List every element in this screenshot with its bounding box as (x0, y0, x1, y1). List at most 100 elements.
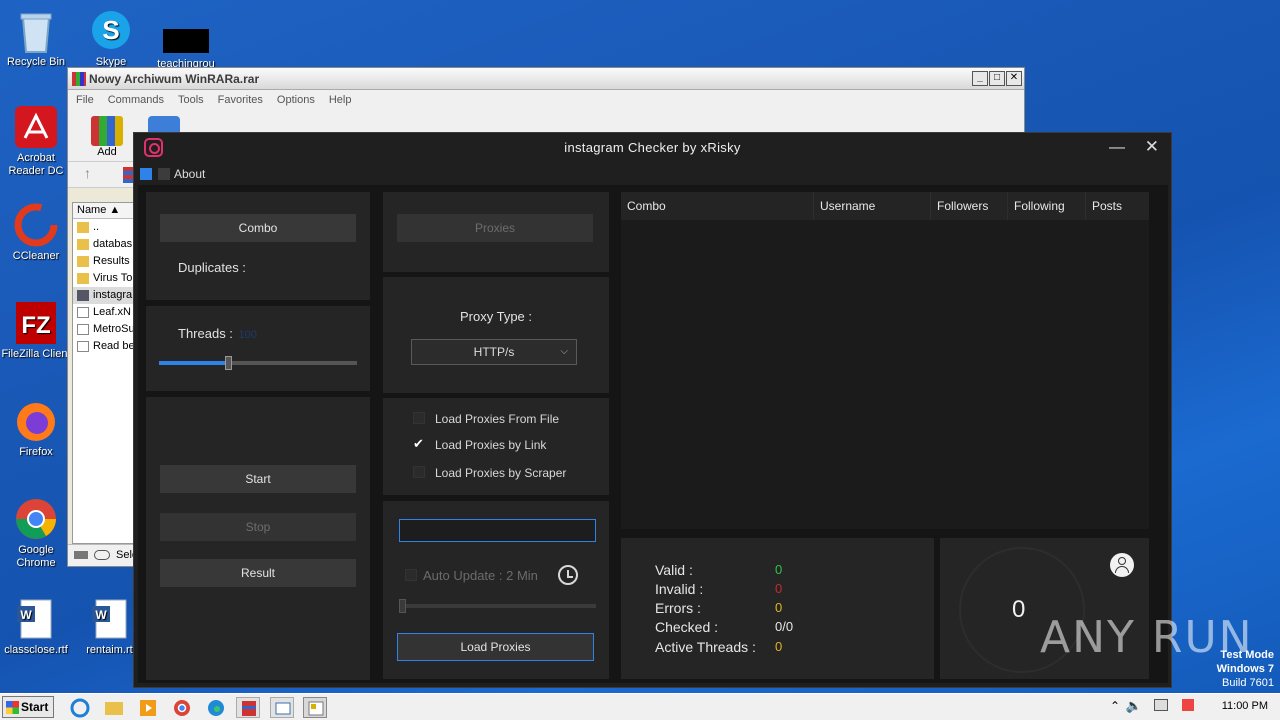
auto-update-checkbox[interactable] (405, 569, 417, 581)
list-item[interactable]: databas (73, 236, 133, 253)
menu-help[interactable]: Help (329, 94, 352, 106)
combo-button[interactable]: Combo (160, 214, 356, 242)
proxy-url-input[interactable] (399, 519, 596, 542)
stat-invalid-value: 0 (775, 581, 783, 596)
media-player-icon[interactable] (136, 697, 160, 718)
desktop-icon-acrobat[interactable]: Acrobat Reader DC (0, 104, 72, 178)
stat-active-threads-value: 0 (775, 639, 783, 654)
load-by-scraper-checkbox[interactable] (413, 466, 425, 478)
proxy-type-label: Proxy Type : (459, 309, 532, 324)
tray-expand-icon[interactable]: ⌃ (1110, 699, 1120, 713)
winrar-icon (72, 71, 86, 86)
chrome-taskbar-icon[interactable] (170, 697, 194, 718)
load-from-file-checkbox[interactable] (413, 412, 425, 424)
start-label: Start (21, 700, 49, 714)
desktop-icon-label: FileZilla Client (1, 348, 71, 360)
clock-icon[interactable] (558, 565, 578, 585)
desktop-icon-recycle-bin[interactable]: Recycle Bin (0, 8, 72, 69)
desktop-icon-label: Acrobat Reader DC (8, 152, 64, 177)
menu-about[interactable]: About (174, 167, 205, 181)
proxies-button[interactable]: Proxies (397, 214, 593, 242)
add-label: Add (97, 146, 117, 158)
start-button[interactable]: Start (2, 696, 54, 718)
column-posts[interactable]: Posts (1086, 192, 1149, 220)
explorer-icon[interactable] (102, 697, 126, 718)
winrar-filelist[interactable]: Name ▲ .. databas Results Virus To insta… (72, 202, 134, 544)
menu-options[interactable]: Options (277, 94, 315, 106)
combo-panel: Combo Duplicates : (146, 192, 370, 300)
desktop-icon-label: Recycle Bin (6, 56, 66, 68)
desktop-icon-classclose[interactable]: W classclose.rtf (0, 596, 72, 657)
proxy-type-select[interactable]: HTTP/s ⌵ (411, 339, 577, 365)
internet-explorer-icon[interactable] (68, 697, 92, 718)
auto-update-slider[interactable] (399, 599, 596, 613)
actions-panel: Start Stop Result (146, 397, 370, 680)
load-by-link-checkbox[interactable]: ✔ (413, 437, 425, 450)
desktop-icon-chrome[interactable]: Google Chrome (0, 496, 72, 570)
load-by-scraper-label: Load Proxies by Scraper (435, 466, 567, 480)
column-followers[interactable]: Followers (931, 192, 1008, 220)
column-username[interactable]: Username (814, 192, 931, 220)
start-button[interactable]: Start (160, 465, 356, 493)
network-icon[interactable] (1154, 699, 1168, 711)
close-button[interactable]: ✕ (1145, 137, 1159, 157)
close-button[interactable]: ✕ (1006, 71, 1022, 86)
key-icon (94, 550, 110, 560)
winrar-titlebar[interactable]: Nowy Archiwum WinRARa.rar _ □ ✕ (68, 68, 1024, 90)
test-mode-line1: Test Mode (1220, 649, 1274, 661)
result-button[interactable]: Result (160, 559, 356, 587)
window-taskbar-icon[interactable] (270, 697, 294, 718)
desktop-icon-skype[interactable]: S Skype (75, 8, 147, 69)
minimize-button[interactable]: _ (972, 71, 988, 86)
threads-label: Threads : 100 (178, 326, 257, 341)
minimize-button[interactable]: — (1109, 139, 1125, 157)
maximize-button[interactable]: □ (989, 71, 1005, 86)
threads-slider[interactable] (159, 356, 357, 370)
add-icon (91, 116, 123, 146)
checker-titlebar[interactable]: instagram Checker by xRisky — ✕ (134, 133, 1171, 163)
column-combo[interactable]: Combo (621, 192, 814, 220)
menu-tools[interactable]: Tools (178, 94, 204, 106)
list-item[interactable]: Read be (73, 338, 133, 355)
test-mode-line3: Build 7601 (1222, 677, 1274, 689)
list-item[interactable]: Leaf.xN (73, 304, 133, 321)
winrar-title: Nowy Archiwum WinRARa.rar (89, 71, 260, 86)
menu-file[interactable]: File (76, 94, 94, 106)
test-mode-line2: Windows 7 (1216, 663, 1274, 675)
desktop-icon-ccleaner[interactable]: CCleaner (0, 202, 72, 263)
column-following[interactable]: Following (1008, 192, 1086, 220)
list-item[interactable]: .. (73, 219, 133, 236)
theme-color-swatch[interactable] (140, 168, 152, 180)
column-name-header[interactable]: Name ▲ (73, 203, 133, 219)
list-item[interactable]: Results (73, 253, 133, 270)
threads-value: 100 (238, 329, 257, 341)
redacted-icon (163, 29, 209, 53)
winrar-taskbar-icon[interactable] (236, 697, 260, 718)
up-arrow-icon[interactable]: ↑ (84, 165, 91, 181)
desktop-icon-firefox[interactable]: Firefox (0, 398, 72, 459)
stop-button[interactable]: Stop (160, 513, 356, 541)
menu-commands[interactable]: Commands (108, 94, 164, 106)
auto-update-label: Auto Update : 2 Min (423, 568, 538, 583)
user-icon[interactable] (1110, 553, 1134, 577)
application-icon (77, 290, 89, 301)
clock[interactable]: 11:00 PM (1222, 700, 1268, 712)
add-button[interactable]: Add (88, 114, 126, 160)
threads-slider-fill (159, 361, 229, 365)
checker-taskbar-icon[interactable] (303, 697, 327, 718)
skype-icon: S (88, 8, 134, 54)
list-item[interactable]: MetroSu (73, 321, 133, 338)
auto-update-slider-thumb[interactable] (399, 599, 406, 613)
list-item[interactable]: Virus To (73, 270, 133, 287)
edge-icon[interactable] (204, 697, 228, 718)
list-item[interactable]: instagra (73, 287, 133, 304)
results-grid[interactable]: Combo Username Followers Following Posts (621, 192, 1149, 529)
load-proxies-button[interactable]: Load Proxies (397, 633, 594, 661)
menu-favorites[interactable]: Favorites (218, 94, 263, 106)
stat-errors: Errors : 0 (655, 600, 783, 616)
flag-icon[interactable] (1182, 699, 1194, 711)
duplicates-label: Duplicates : (178, 260, 246, 275)
threads-slider-thumb[interactable] (225, 356, 233, 370)
desktop-icon-filezilla[interactable]: FZ FileZilla Client (0, 300, 72, 361)
volume-icon[interactable]: 🔈 (1126, 698, 1142, 714)
